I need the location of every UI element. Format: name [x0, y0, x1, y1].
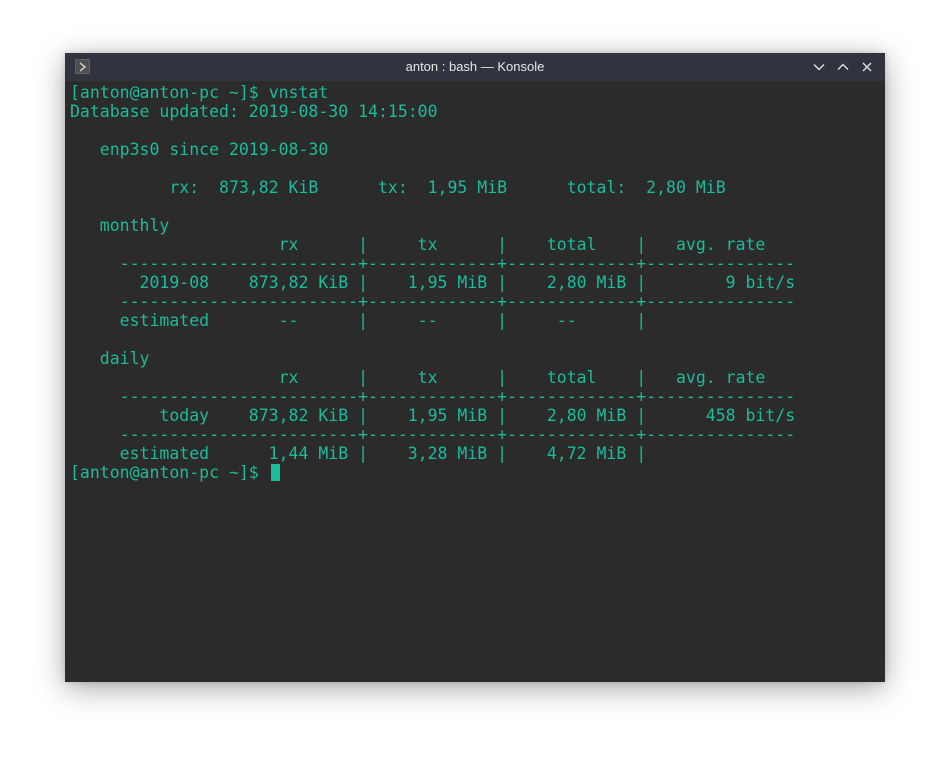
- daily-title: daily: [70, 349, 150, 368]
- monthly-separator: ------------------------+-------------+-…: [70, 292, 796, 311]
- monthly-header: rx | tx | total | avg. rate: [70, 235, 766, 254]
- daily-estimated: estimated 1,44 MiB | 3,28 MiB | 4,72 MiB…: [70, 444, 647, 463]
- chevron-up-icon: [837, 63, 849, 70]
- terminal-output[interactable]: [anton@anton-pc ~]$ vnstat Database upda…: [70, 83, 885, 682]
- maximize-button[interactable]: [835, 59, 851, 75]
- konsole-window: anton : bash — Konsole [anton@anton-pc ~…: [65, 53, 885, 682]
- daily-separator: ------------------------+-------------+-…: [70, 425, 796, 444]
- monthly-separator: ------------------------+-------------+-…: [70, 254, 796, 273]
- monthly-title: monthly: [70, 216, 170, 235]
- chevron-down-icon: [813, 64, 825, 71]
- db-updated-line: Database updated: 2019-08-30 14:15:00: [70, 102, 438, 121]
- window-title: anton : bash — Konsole: [405, 59, 545, 74]
- prompt: [anton@anton-pc ~]$: [70, 463, 269, 482]
- minimize-button[interactable]: [811, 59, 827, 75]
- command-line: [anton@anton-pc ~]$ vnstat: [70, 83, 885, 102]
- monthly-row: 2019-08 873,82 KiB | 1,95 MiB | 2,80 MiB…: [70, 273, 796, 292]
- interface-header: enp3s0 since 2019-08-30: [70, 140, 329, 159]
- title-bar[interactable]: anton : bash — Konsole: [65, 53, 885, 81]
- daily-header: rx | tx | total | avg. rate: [70, 368, 766, 387]
- daily-separator: ------------------------+-------------+-…: [70, 387, 796, 406]
- close-icon: [862, 62, 872, 72]
- final-prompt-line: [anton@anton-pc ~]$: [70, 463, 885, 482]
- prompt: [anton@anton-pc ~]$: [70, 83, 269, 102]
- daily-row: today 873,82 KiB | 1,95 MiB | 2,80 MiB |…: [70, 406, 796, 425]
- totals-line: rx: 873,82 KiB tx: 1,95 MiB total: 2,80 …: [70, 178, 726, 197]
- text-cursor: [270, 464, 280, 481]
- monthly-estimated: estimated -- | -- | -- |: [70, 311, 647, 330]
- command: vnstat: [268, 83, 329, 102]
- close-button[interactable]: [859, 59, 875, 75]
